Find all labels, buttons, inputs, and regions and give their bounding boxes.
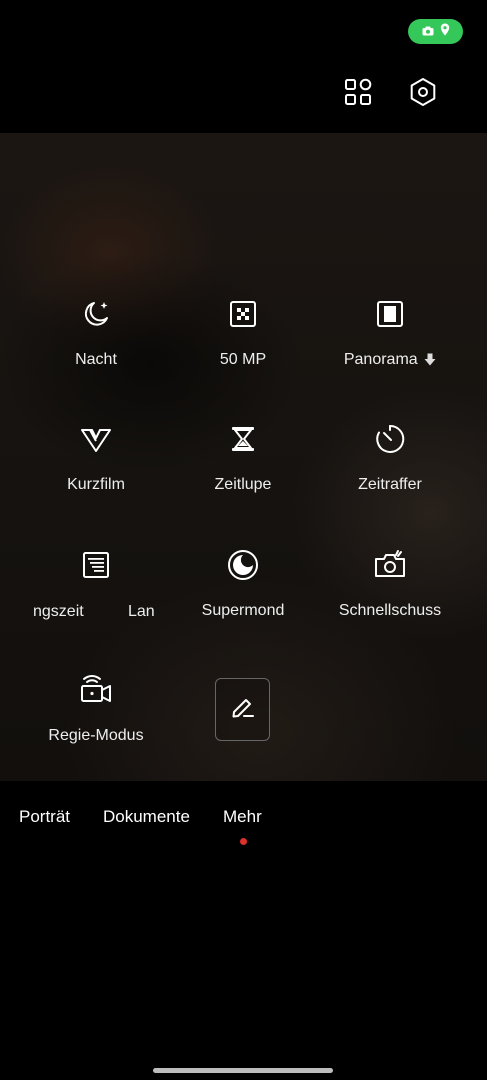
supermoon-icon — [178, 548, 308, 582]
mode-label: 50 MP — [219, 351, 267, 368]
mode-schnellschuss[interactable]: Schnellschuss — [325, 548, 455, 620]
quick-shot-camera-icon — [325, 548, 455, 582]
mode-supermond[interactable]: Supermond — [178, 548, 308, 620]
mode-nacht[interactable]: Nacht — [31, 297, 161, 369]
mode-label: Supermond — [201, 602, 285, 619]
camera-icon — [422, 23, 434, 41]
privacy-indicator — [408, 19, 463, 44]
tab-dokumente[interactable]: Dokumente — [103, 807, 190, 827]
director-camera-icon — [31, 673, 161, 707]
v-logo-icon — [31, 422, 161, 456]
long-exposure-icon — [31, 548, 161, 582]
mode-panorama[interactable]: Panorama — [325, 297, 455, 369]
location-pin-icon — [440, 23, 450, 41]
hourglass-icon — [178, 422, 308, 456]
mode-label: Panorama — [325, 351, 455, 369]
moon-stars-icon — [31, 297, 161, 331]
dot-matrix-icon — [178, 297, 308, 331]
edit-modes-button[interactable] — [215, 678, 270, 741]
mode-label: Regie-Modus — [48, 727, 144, 744]
mode-label: Zeitraffer — [358, 476, 422, 493]
pencil-edit-icon — [228, 692, 258, 727]
tab-portraet[interactable]: Porträt — [19, 807, 70, 827]
tab-mehr[interactable]: Mehr — [223, 807, 262, 827]
mode-label: Kurzfilm — [67, 476, 125, 493]
grid-icon[interactable] — [341, 75, 375, 109]
mode-label: Zeitlupe — [214, 476, 272, 493]
home-indicator[interactable] — [153, 1068, 333, 1073]
mode-label: Nacht — [75, 351, 117, 368]
mode-label-partial: ngszeit — [33, 603, 84, 620]
mode-langzeitbelichtung[interactable] — [31, 548, 161, 582]
timer-icon — [325, 422, 455, 456]
mode-zeitlupe[interactable]: Zeitlupe — [178, 422, 308, 494]
mode-label: Schnellschuss — [338, 602, 442, 619]
panorama-icon — [325, 297, 455, 331]
mode-50mp[interactable]: 50 MP — [178, 297, 308, 369]
download-arrow-icon — [424, 353, 436, 366]
mode-zeitraffer[interactable]: Zeitraffer — [325, 422, 455, 494]
mode-label-partial-next: Lan — [128, 603, 155, 620]
active-tab-indicator — [240, 838, 247, 845]
mode-kurzfilm[interactable]: Kurzfilm — [31, 422, 161, 494]
mode-regie-modus[interactable]: Regie-Modus — [31, 673, 161, 745]
settings-hexagon-icon[interactable] — [406, 75, 440, 109]
